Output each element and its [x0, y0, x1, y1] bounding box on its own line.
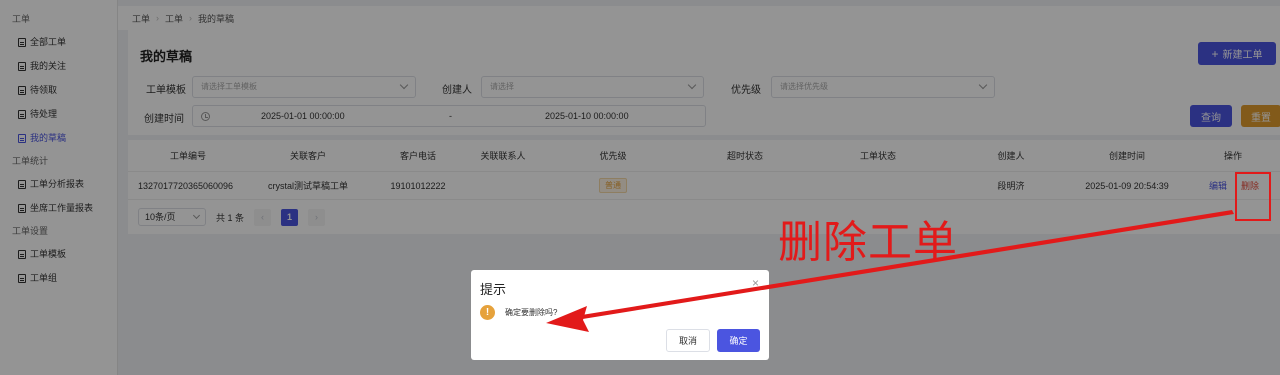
annotation-arrow	[546, 210, 1234, 332]
annotation-arrow-head	[546, 306, 589, 332]
annotation-arrow-shaft	[563, 210, 1234, 322]
